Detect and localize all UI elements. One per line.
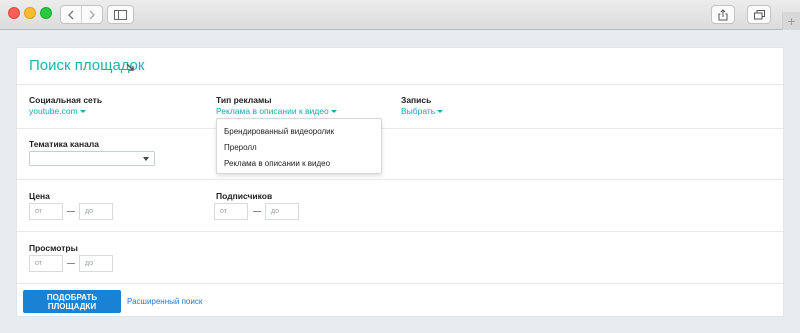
views-to-input[interactable] — [79, 255, 113, 272]
share-button[interactable] — [711, 5, 735, 24]
divider — [17, 84, 783, 85]
divider — [17, 128, 783, 129]
sidebar-button[interactable] — [107, 5, 134, 24]
social-network-value: youtube.com — [29, 106, 78, 116]
ad-type-option[interactable]: Реклама в описании к видео — [224, 159, 330, 168]
ad-type-option[interactable]: Преролл — [224, 143, 257, 152]
zoom-window-button[interactable] — [40, 7, 52, 19]
close-window-button[interactable] — [8, 7, 20, 19]
chevron-down-icon — [437, 110, 444, 113]
record-label: Запись — [401, 95, 432, 105]
subscribers-to-input[interactable] — [265, 203, 299, 220]
record-select[interactable]: Выбрать — [401, 106, 444, 116]
advanced-search-link[interactable]: Расширенный поиск — [127, 297, 202, 306]
forward-button[interactable] — [81, 6, 102, 23]
history-nav — [60, 5, 103, 24]
range-dash — [67, 263, 75, 264]
back-button[interactable] — [61, 6, 81, 23]
collapse-arrow-icon[interactable] — [126, 63, 135, 72]
tab-overview-button[interactable] — [747, 5, 771, 24]
divider — [17, 283, 783, 284]
ad-type-option[interactable]: Брендированный видеоролик — [224, 127, 334, 136]
ad-type-label: Тип рекламы — [216, 95, 272, 105]
divider — [17, 179, 783, 180]
dropdown-arrow-icon — [143, 157, 149, 161]
subscribers-from-input[interactable] — [214, 203, 248, 220]
divider — [17, 231, 783, 232]
chevron-down-icon — [79, 110, 86, 113]
share-icon — [718, 8, 728, 20]
find-placements-button[interactable]: ПОДОБРАТЬ ПЛОЩАДКИ — [23, 290, 121, 313]
channel-topic-select[interactable] — [29, 151, 155, 166]
record-value: Выбрать — [401, 106, 436, 116]
new-tab-button[interactable]: + — [782, 12, 800, 30]
range-dash — [67, 211, 75, 212]
views-label: Просмотры — [29, 243, 78, 253]
minimize-window-button[interactable] — [24, 7, 36, 19]
subscribers-label: Подписчиков — [216, 191, 273, 201]
price-from-input[interactable] — [29, 203, 63, 220]
tabs-icon — [753, 9, 765, 19]
chevron-left-icon — [68, 10, 74, 19]
ad-type-value: Реклама в описании к видео — [216, 106, 329, 116]
views-from-input[interactable] — [29, 255, 63, 272]
browser-toolbar: + — [0, 0, 800, 30]
chevron-down-icon — [330, 110, 337, 113]
ad-type-select[interactable]: Реклама в описании к видео — [216, 106, 337, 116]
price-label: Цена — [29, 191, 50, 201]
ad-type-dropdown: Брендированный видеоролик Преролл Реклам… — [216, 118, 382, 174]
price-to-input[interactable] — [79, 203, 113, 220]
social-network-select[interactable]: youtube.com — [29, 106, 86, 116]
range-dash — [253, 211, 261, 212]
search-panel: Поиск площадок Социальная сеть youtube.c… — [16, 47, 784, 317]
channel-topic-label: Тематика канала — [29, 139, 99, 149]
chevron-right-icon — [89, 10, 95, 19]
sidebar-icon — [114, 9, 127, 20]
social-network-label: Социальная сеть — [29, 95, 103, 105]
